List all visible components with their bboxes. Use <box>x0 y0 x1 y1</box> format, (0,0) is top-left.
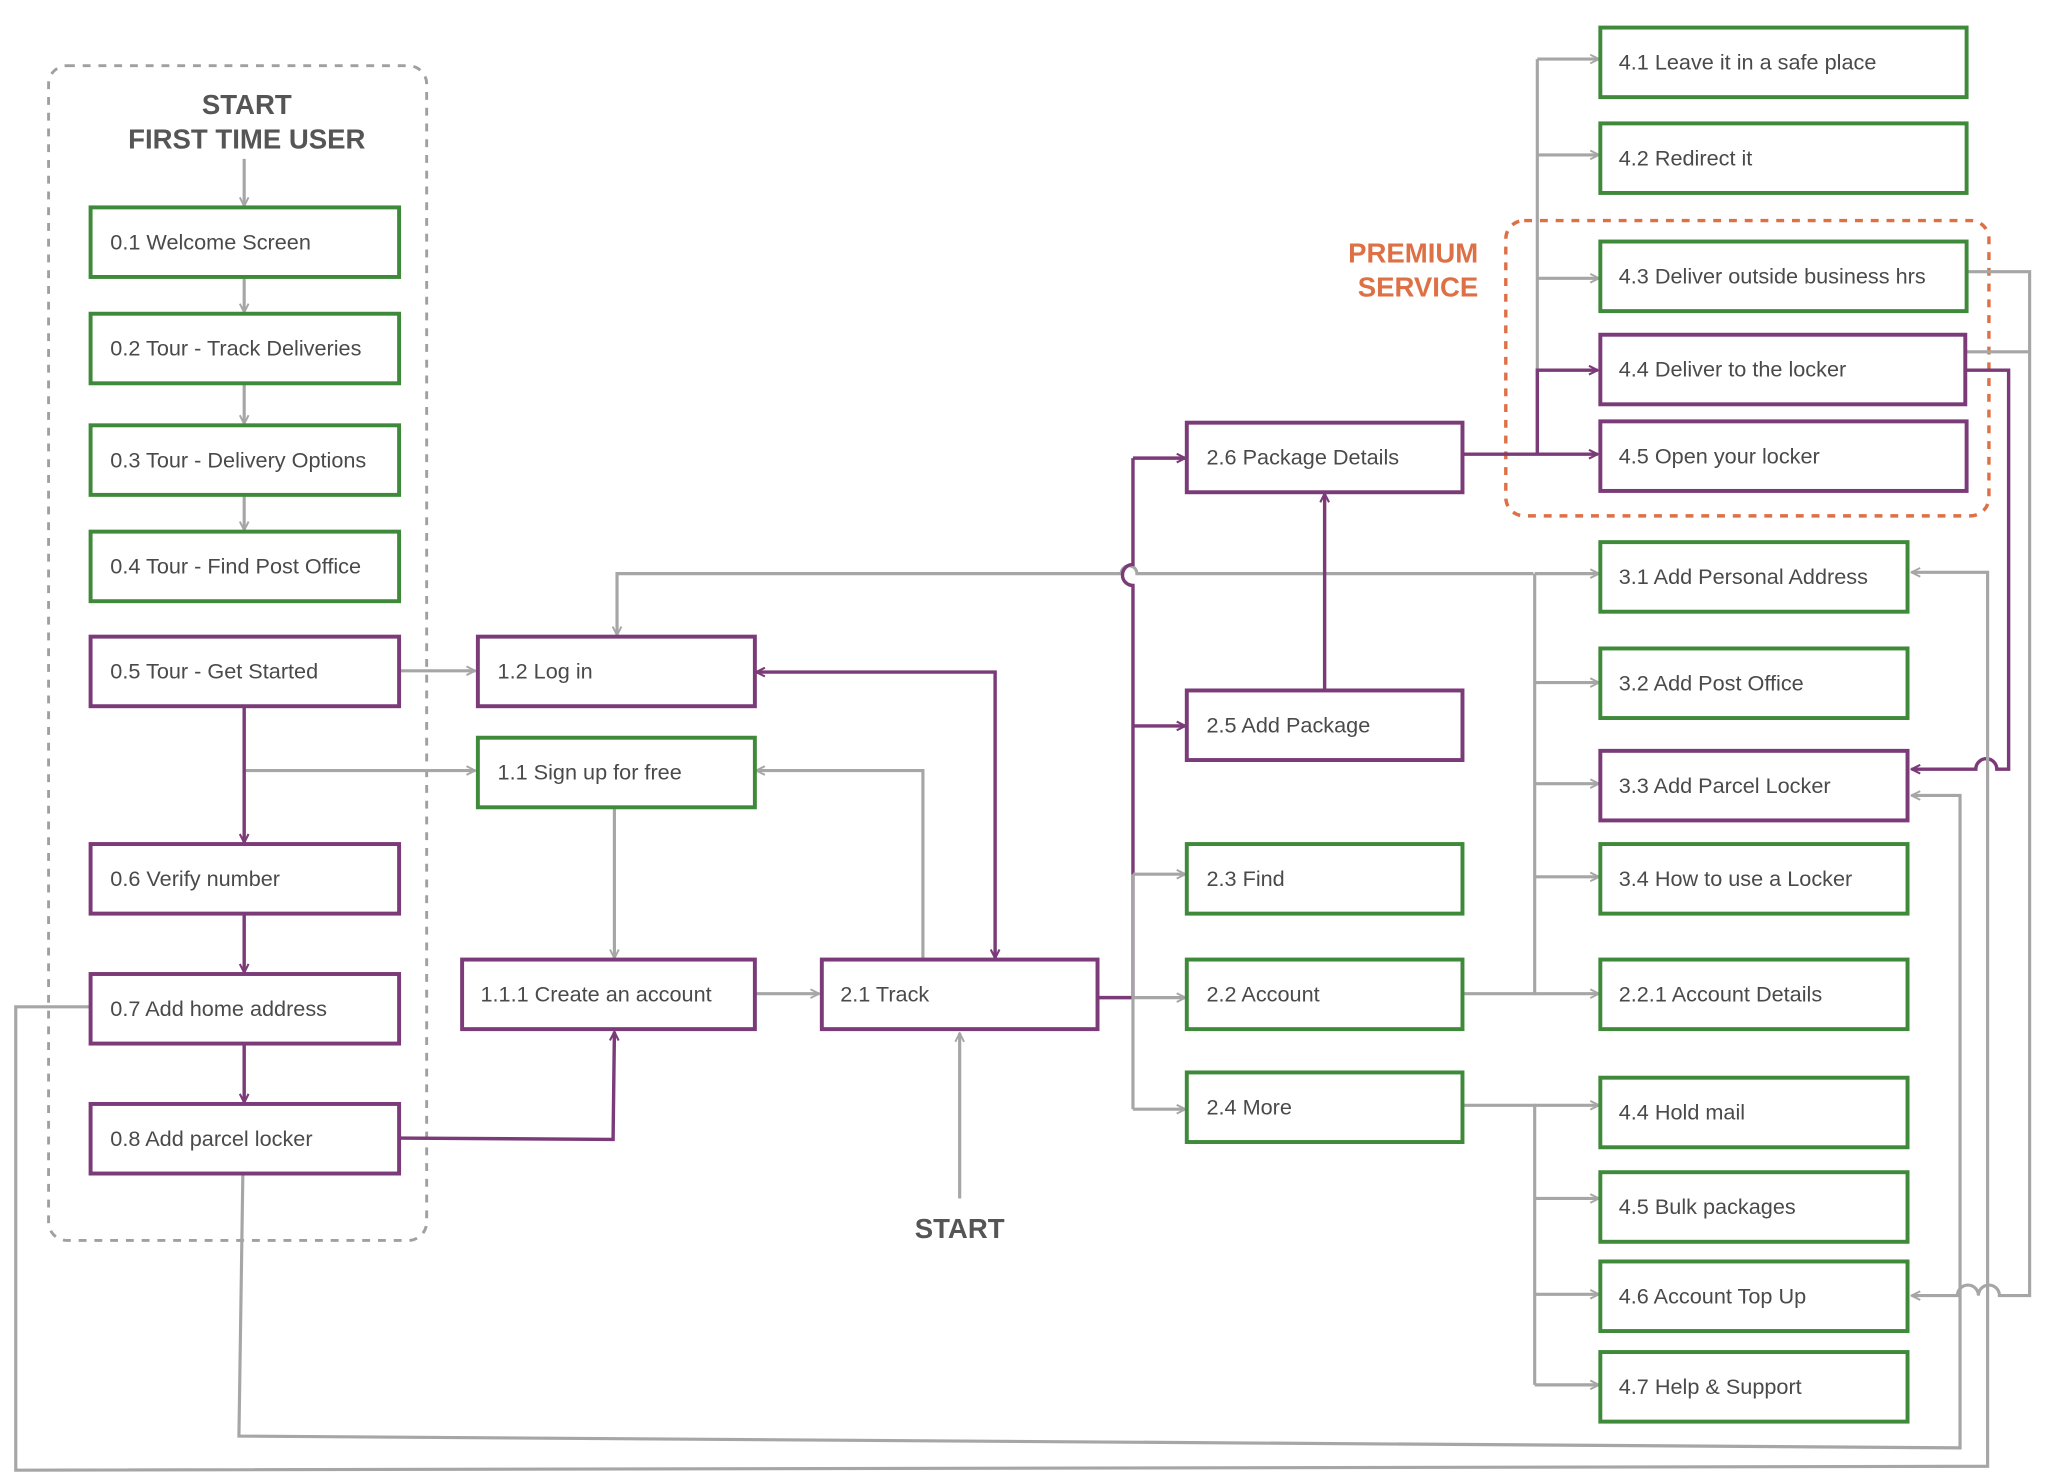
node-label: 4.5 Bulk packages <box>1619 1194 1796 1219</box>
node-label: 4.1 Leave it in a safe place <box>1619 50 1877 75</box>
premium-service-heading-line1: PREMIUM <box>1348 238 1478 269</box>
node-2-3-find[interactable]: 2.3 Find <box>1184 842 1465 916</box>
node-4-5-open-locker[interactable]: 4.5 Open your locker <box>1598 419 1969 493</box>
node-label: 2.4 More <box>1206 1094 1291 1119</box>
edge-2-4-trunk <box>1463 1103 1537 1385</box>
edge-0-8-to-1-1-1 <box>396 1032 614 1142</box>
node-3-2-add-post-office[interactable]: 3.2 Add Post Office <box>1598 646 1910 720</box>
node-label: 4.6 Account Top Up <box>1619 1283 1806 1308</box>
edge-account-to-login <box>617 564 1534 636</box>
node-0-2-tour-track-deliveries[interactable]: 0.2 Tour - Track Deliveries <box>88 311 402 386</box>
node-label: 2.1 Track <box>840 982 929 1007</box>
node-label: 0.1 Welcome Screen <box>110 229 311 254</box>
node-label: 2.5 Add Package <box>1206 712 1370 737</box>
node-4-3-deliver-outside-hours[interactable]: 4.3 Deliver outside business hrs <box>1598 239 1969 314</box>
node-4-4-deliver-to-locker[interactable]: 4.4 Deliver to the locker <box>1598 332 1968 407</box>
node-label: 1.2 Log in <box>498 659 593 684</box>
node-4-7-help-support[interactable]: 4.7 Help & Support <box>1598 1350 1910 1424</box>
node-4-5-bulk-packages[interactable]: 4.5 Bulk packages <box>1598 1170 1910 1244</box>
node-4-4-hold-mail[interactable]: 4.4 Hold mail <box>1598 1075 1910 1150</box>
node-label: 0.5 Tour - Get Started <box>110 659 318 684</box>
node-1-1-1-create-account[interactable]: 1.1.1 Create an account <box>460 957 757 1032</box>
edge-2-1-to-1-1 <box>756 771 925 960</box>
node-label: 0.2 Tour - Track Deliveries <box>110 336 361 361</box>
first-time-user-heading-line2: FIRST TIME USER <box>128 123 365 154</box>
node-2-5-add-package[interactable]: 2.5 Add Package <box>1184 688 1465 763</box>
node-2-2-1-account-details[interactable]: 2.2.1 Account Details <box>1598 957 1910 1032</box>
first-time-user-heading-line1: START <box>202 89 292 120</box>
node-4-6-account-top-up[interactable]: 4.6 Account Top Up <box>1598 1259 1910 1334</box>
node-label: 0.7 Add home address <box>110 996 327 1021</box>
node-label: 3.3 Add Parcel Locker <box>1619 773 1831 798</box>
node-4-2-redirect[interactable]: 4.2 Redirect it <box>1598 121 1969 195</box>
node-3-3-add-parcel-locker[interactable]: 3.3 Add Parcel Locker <box>1598 748 1910 823</box>
node-2-4-more[interactable]: 2.4 More <box>1184 1070 1465 1144</box>
node-label: 2.3 Find <box>1206 866 1284 891</box>
node-label: 4.2 Redirect it <box>1619 145 1753 170</box>
node-0-5-tour-get-started[interactable]: 0.5 Tour - Get Started <box>88 634 402 709</box>
node-label: 4.5 Open your locker <box>1619 443 1820 468</box>
node-label: 4.4 Hold mail <box>1619 1100 1745 1125</box>
node-label: 0.8 Add parcel locker <box>110 1126 312 1151</box>
node-label: 0.6 Verify number <box>110 866 280 891</box>
node-label: 2.6 Package Details <box>1206 445 1399 470</box>
node-1-2-log-in[interactable]: 1.2 Log in <box>475 634 757 709</box>
node-label: 3.1 Add Personal Address <box>1619 564 1868 589</box>
node-label: 1.1 Sign up for free <box>498 760 682 785</box>
node-label: 1.1.1 Create an account <box>480 982 711 1007</box>
node-3-4-how-to-use-locker[interactable]: 3.4 How to use a Locker <box>1598 842 1910 916</box>
edge-2-6-to-4-4 <box>1535 370 1597 455</box>
node-label: 0.3 Tour - Delivery Options <box>110 447 366 472</box>
nodes: 0.1 Welcome Screen 0.2 Tour - Track Deli… <box>88 25 1969 1424</box>
node-2-1-track[interactable]: 2.1 Track <box>819 957 1100 1032</box>
node-2-2-account[interactable]: 2.2 Account <box>1184 957 1465 1032</box>
node-label: 3.2 Add Post Office <box>1619 670 1804 695</box>
node-0-8-add-parcel-locker[interactable]: 0.8 Add parcel locker <box>88 1101 402 1176</box>
node-0-6-verify-number[interactable]: 0.6 Verify number <box>88 842 402 916</box>
node-0-3-tour-delivery-options[interactable]: 0.3 Tour - Delivery Options <box>88 423 402 497</box>
node-label: 4.4 Deliver to the locker <box>1619 357 1847 382</box>
node-label: 2.2.1 Account Details <box>1619 982 1823 1007</box>
node-0-7-add-home-address[interactable]: 0.7 Add home address <box>88 972 402 1046</box>
node-2-6-package-details[interactable]: 2.6 Package Details <box>1184 420 1465 495</box>
flow-diagram: START FIRST TIME USER PREMIUM SERVICE ST… <box>14 25 2032 1472</box>
edge-1-2-to-2-1 <box>756 672 995 958</box>
node-0-1-welcome-screen[interactable]: 0.1 Welcome Screen <box>88 205 402 279</box>
edge-2-1-trunk <box>1097 458 1135 1000</box>
premium-service-heading-line2: SERVICE <box>1358 272 1478 303</box>
node-label: 4.3 Deliver outside business hrs <box>1619 264 1926 289</box>
edge-2-2-trunk <box>1463 573 1537 996</box>
start-label: START <box>915 1213 1005 1244</box>
node-label: 4.7 Help & Support <box>1619 1374 1802 1399</box>
node-0-4-tour-find-post-office[interactable]: 0.4 Tour - Find Post Office <box>88 529 402 604</box>
node-label: 0.4 Tour - Find Post Office <box>110 554 361 579</box>
node-3-1-add-personal-address[interactable]: 3.1 Add Personal Address <box>1598 540 1910 614</box>
node-4-1-leave-safe-place[interactable]: 4.1 Leave it in a safe place <box>1598 25 1969 100</box>
node-1-1-sign-up[interactable]: 1.1 Sign up for free <box>475 735 757 810</box>
node-label: 2.2 Account <box>1206 982 1319 1007</box>
node-label: 3.4 How to use a Locker <box>1619 866 1853 891</box>
